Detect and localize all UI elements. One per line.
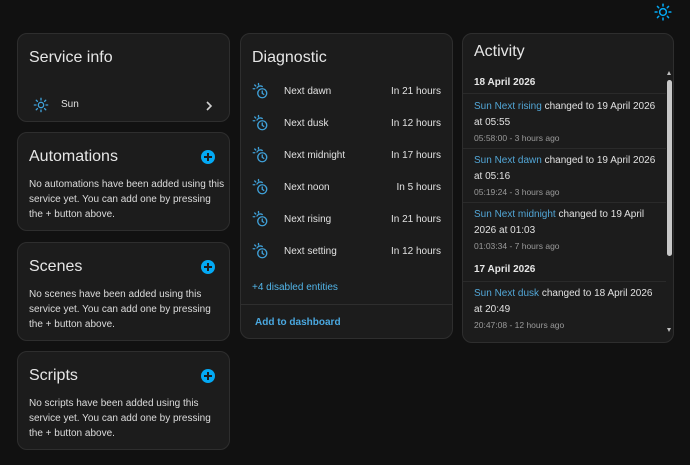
activity-scrollbar[interactable]	[666, 70, 673, 332]
add-scene-button[interactable]	[201, 260, 215, 274]
scroll-up-arrow[interactable]	[667, 71, 671, 75]
automations-title: Automations	[29, 148, 118, 165]
diagnostic-row[interactable]: Next dawn In 21 hours	[241, 78, 452, 106]
sun-clock-icon	[252, 242, 268, 259]
service-info-title: Service info	[29, 49, 113, 66]
diagnostic-name: Next setting	[284, 246, 337, 257]
scrollbar-thumb[interactable]	[667, 80, 672, 256]
diagnostic-name: Next noon	[284, 182, 330, 193]
scripts-card: Scripts No scripts have been added using…	[17, 351, 230, 450]
service-device-label: Sun	[61, 99, 79, 110]
add-script-button[interactable]	[201, 369, 215, 383]
scroll-down-arrow[interactable]	[667, 328, 671, 332]
service-info-card: Service info Sun	[17, 33, 230, 122]
diagnostic-value: In 21 hours	[390, 214, 441, 225]
disabled-entities-link[interactable]: +4 disabled entities	[252, 282, 338, 293]
scripts-title: Scripts	[29, 367, 78, 384]
activity-timestamp: 05:58:00 - 3 hours ago	[474, 133, 560, 143]
diagnostic-name: Next dawn	[284, 86, 332, 97]
activity-title: Activity	[474, 43, 525, 60]
diagnostic-value: In 17 hours	[390, 150, 441, 161]
activity-separator	[463, 93, 666, 94]
activity-entry: Sun Next midnight changed to 19 April 20…	[474, 207, 660, 253]
diagnostic-title: Diagnostic	[252, 49, 327, 66]
activity-timestamp: 01:03:34 - 7 hours ago	[474, 241, 560, 251]
sun-settings-icon[interactable]	[654, 3, 672, 21]
diagnostic-row[interactable]: Next setting In 12 hours	[241, 238, 452, 266]
activity-entry: Sun Next rising changed to 19 April 2026…	[474, 99, 660, 145]
sun-clock-icon	[252, 114, 268, 131]
diagnostic-name: Next rising	[284, 214, 332, 225]
activity-entry: Sun Next dawn changed to 19 April 2026 a…	[474, 153, 660, 199]
scripts-empty-text: No scripts have been added using this se…	[29, 398, 211, 439]
diagnostic-divider	[241, 304, 452, 305]
sun-clock-icon	[252, 210, 268, 227]
activity-entity-link[interactable]: Sun Next rising	[474, 101, 542, 112]
activity-date-heading: 17 April 2026	[474, 264, 536, 275]
scenes-empty-text: No scenes have been added using this ser…	[29, 289, 211, 330]
activity-entity-link[interactable]: Sun Next dusk	[474, 288, 539, 299]
sun-icon	[33, 97, 49, 113]
activity-timestamp: 05:19:24 - 3 hours ago	[474, 187, 560, 197]
diagnostic-row[interactable]: Next midnight In 17 hours	[241, 142, 452, 170]
automations-empty-text: No automations have been added using thi…	[29, 179, 225, 220]
diagnostic-row[interactable]: Next noon In 5 hours	[241, 174, 452, 202]
activity-separator	[463, 148, 666, 149]
activity-separator	[463, 281, 666, 282]
add-to-dashboard-button[interactable]: Add to dashboard	[255, 317, 341, 328]
activity-date-heading: 18 April 2026	[474, 77, 536, 88]
activity-card: Activity 18 April 2026 Sun Next rising c…	[462, 33, 674, 343]
scenes-card: Scenes No scenes have been added using t…	[17, 242, 230, 341]
scenes-title: Scenes	[29, 258, 83, 275]
diagnostic-value: In 12 hours	[390, 118, 441, 129]
activity-separator	[463, 202, 666, 203]
automations-card: Automations No automations have been add…	[17, 132, 230, 231]
diagnostic-value: In 5 hours	[396, 182, 441, 193]
service-device-row[interactable]: Sun	[18, 91, 229, 121]
diagnostic-row[interactable]: Next dusk In 12 hours	[241, 110, 452, 138]
activity-entity-link[interactable]: Sun Next midnight	[474, 209, 556, 220]
add-automation-button[interactable]	[201, 150, 215, 164]
sun-clock-icon	[252, 178, 268, 195]
chevron-right-icon	[206, 101, 213, 111]
activity-entity-link[interactable]: Sun Next dawn	[474, 155, 542, 166]
diagnostic-card: Diagnostic Next dawn In 21 hours Next du…	[240, 33, 453, 339]
diagnostic-value: In 21 hours	[390, 86, 441, 97]
diagnostic-row[interactable]: Next rising In 21 hours	[241, 206, 452, 234]
sun-clock-icon	[252, 146, 268, 163]
activity-entry: Sun Next dusk changed to 18 April 2026 a…	[474, 286, 660, 332]
sun-clock-icon	[252, 82, 268, 99]
diagnostic-value: In 12 hours	[390, 246, 441, 257]
diagnostic-name: Next midnight	[284, 150, 346, 161]
activity-timestamp: 20:47:08 - 12 hours ago	[474, 320, 565, 330]
diagnostic-name: Next dusk	[284, 118, 329, 129]
